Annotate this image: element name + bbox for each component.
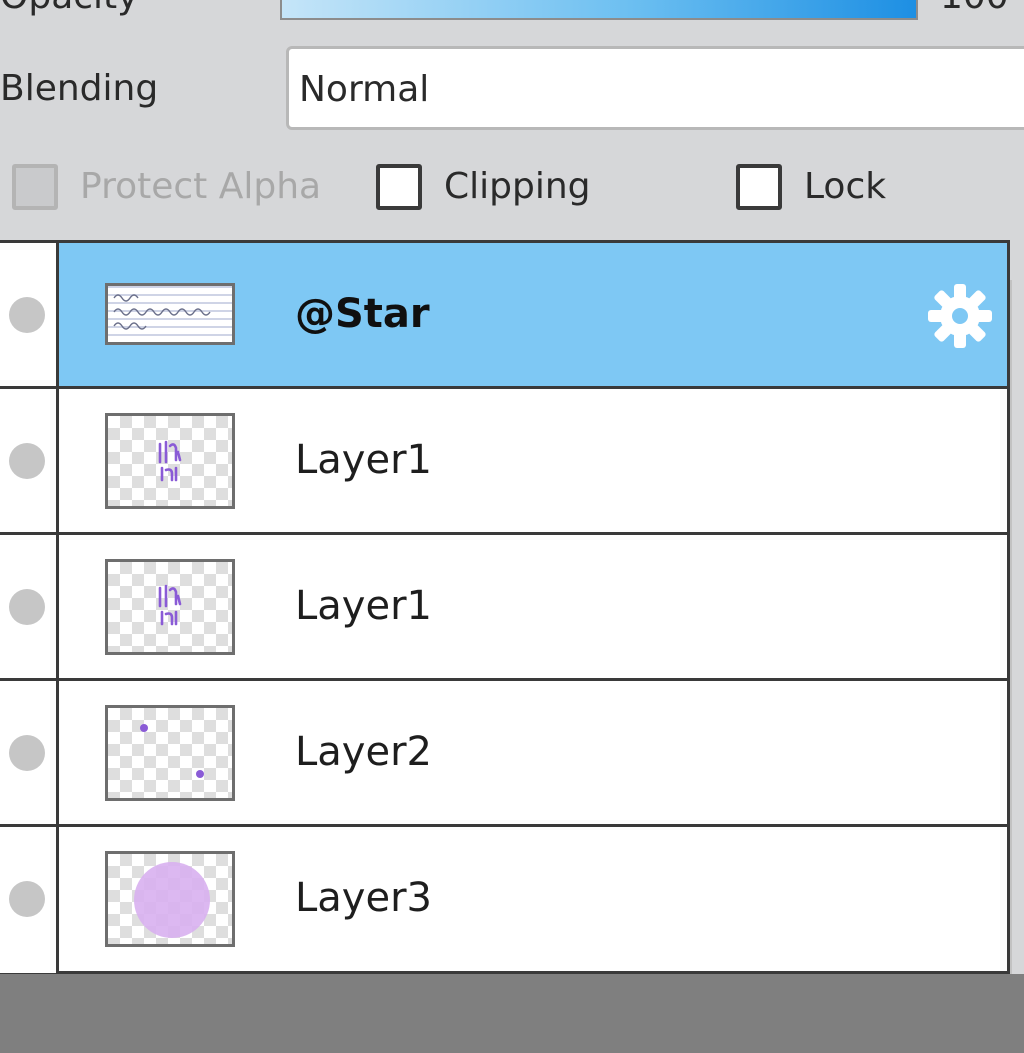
layer-name: Layer2 bbox=[295, 729, 432, 775]
lock-checkbox[interactable] bbox=[736, 164, 782, 210]
scrollbar[interactable] bbox=[1010, 280, 1024, 974]
panel-footer bbox=[0, 974, 1024, 1053]
blending-label: Blending bbox=[0, 68, 159, 109]
visibility-dot-icon bbox=[9, 589, 45, 625]
layer-row[interactable]: Layer3 bbox=[0, 827, 1007, 973]
visibility-toggle[interactable] bbox=[0, 681, 59, 824]
layer-row[interactable]: Layer1 bbox=[0, 535, 1007, 681]
layer-name: Layer1 bbox=[295, 583, 432, 629]
layer-name: @Star bbox=[295, 291, 430, 337]
layer-row[interactable]: Layer2 bbox=[0, 681, 1007, 827]
protect-alpha-label: Protect Alpha bbox=[80, 166, 322, 207]
visibility-toggle[interactable] bbox=[0, 389, 59, 532]
layer-row-star[interactable]: @Star bbox=[0, 243, 1007, 389]
visibility-dot-icon bbox=[9, 881, 45, 917]
blending-value: Normal bbox=[299, 69, 430, 110]
layer-row[interactable]: Layer1 bbox=[0, 389, 1007, 535]
layer-thumbnail bbox=[105, 559, 235, 655]
opacity-label: Opacity bbox=[0, 0, 138, 17]
layer-name: Layer3 bbox=[295, 875, 432, 921]
layer-thumbnail bbox=[105, 851, 235, 947]
layer-list: @Star Layer1 Layer1 Layer2 Layer3 bbox=[0, 240, 1010, 974]
visibility-toggle[interactable] bbox=[0, 243, 59, 386]
gear-icon[interactable] bbox=[925, 281, 995, 351]
visibility-toggle[interactable] bbox=[0, 827, 59, 973]
protect-alpha-checkbox[interactable] bbox=[12, 164, 58, 210]
clipping-checkbox[interactable] bbox=[376, 164, 422, 210]
opacity-value[interactable]: 100 bbox=[940, 0, 1009, 17]
layer-thumbnail bbox=[105, 283, 235, 345]
dots-thumbnail bbox=[140, 724, 204, 778]
clipping-label: Clipping bbox=[444, 166, 591, 207]
visibility-dot-icon bbox=[9, 297, 45, 333]
scribble-thumbnail bbox=[158, 584, 182, 626]
circle-thumbnail bbox=[134, 862, 210, 938]
folder-text-thumbnail bbox=[113, 294, 211, 330]
visibility-dot-icon bbox=[9, 443, 45, 479]
layer-name: Layer1 bbox=[295, 437, 432, 483]
lock-label: Lock bbox=[804, 166, 887, 207]
layer-thumbnail bbox=[105, 413, 235, 509]
opacity-slider[interactable] bbox=[280, 0, 918, 20]
scribble-thumbnail bbox=[158, 440, 182, 482]
visibility-toggle[interactable] bbox=[0, 535, 59, 678]
layer-thumbnail bbox=[105, 705, 235, 801]
visibility-dot-icon bbox=[9, 735, 45, 771]
blending-dropdown[interactable]: Normal bbox=[286, 46, 1024, 130]
